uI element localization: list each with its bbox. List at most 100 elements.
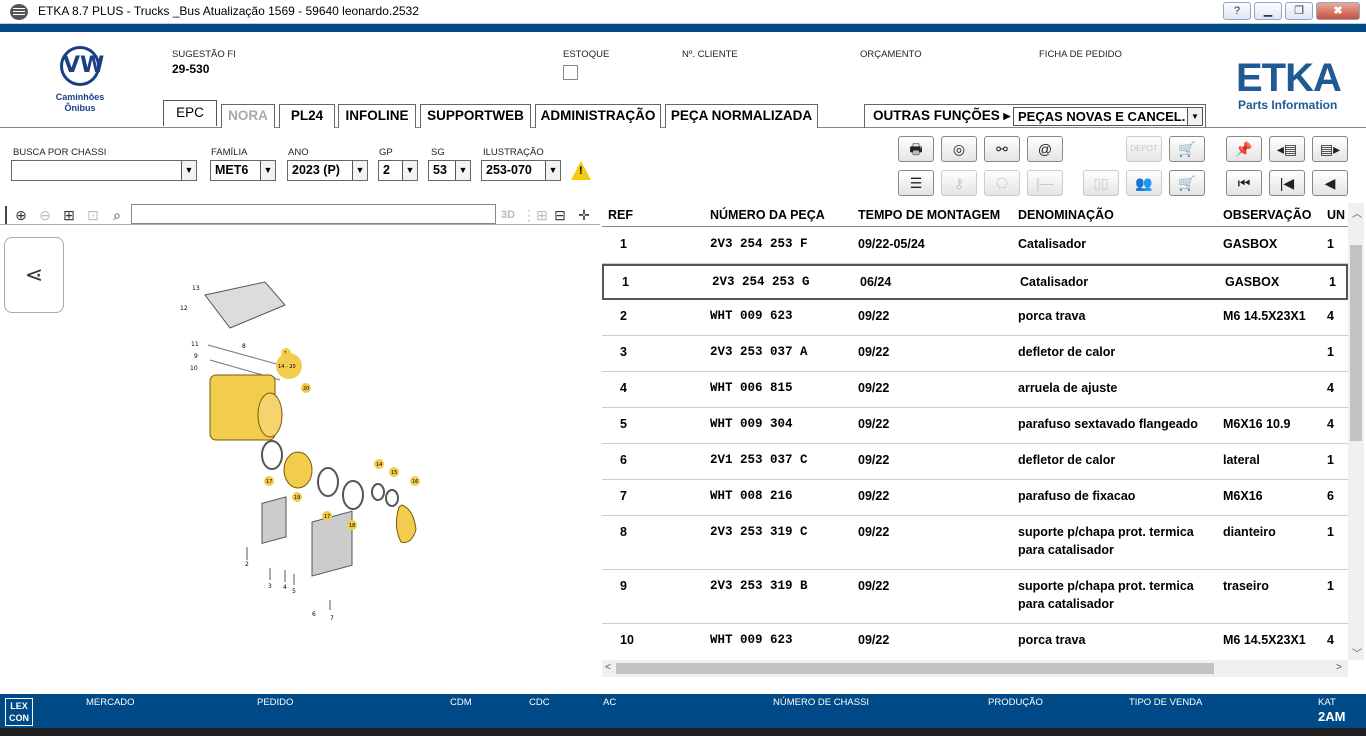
view-split-icon: ⋮⊞	[522, 207, 548, 223]
tab-infoline[interactable]: INFOLINE	[338, 104, 416, 128]
chevron-down-icon[interactable]: ▼	[1187, 108, 1202, 125]
scroll-thumb[interactable]	[1350, 245, 1362, 441]
first-icon[interactable]: ⏮	[1226, 170, 1262, 196]
col-tempo[interactable]: TEMPO DE MONTAGEM	[858, 208, 1000, 222]
estoque-checkbox[interactable]	[563, 65, 578, 80]
next-page-icon[interactable]: ▤▸	[1312, 136, 1348, 162]
horizontal-scrollbar[interactable]: < >	[602, 660, 1348, 677]
parts-table: REF NÚMERO DA PEÇA TEMPO DE MONTAGEM DEN…	[602, 203, 1348, 658]
col-observacao[interactable]: OBSERVAÇÃO	[1223, 208, 1311, 222]
status-footer: LEX CON MERCADO PEDIDO CDM CDC AC NÚMERO…	[0, 694, 1366, 728]
vertical-scrollbar[interactable]: ︿ ﹀	[1348, 203, 1364, 660]
close-button[interactable]: ✖	[1316, 2, 1360, 20]
other-functions-label[interactable]: OUTRAS FUNÇÕES ▸	[873, 108, 1010, 124]
tab-nora[interactable]: NORA	[221, 104, 275, 128]
table-row[interactable]: 8 2V3 253 319 C 09/22 suporte p/chapa prot.…	[602, 516, 1348, 570]
scroll-down-icon[interactable]: ﹀	[1352, 645, 1362, 660]
cell-un: 4	[1327, 381, 1334, 395]
tab-epc[interactable]: EPC	[163, 100, 217, 126]
etka-subtitle: Parts Information	[1238, 98, 1338, 112]
table-row[interactable]: 7 WHT 008 216 09/22 parafuso de fixacao M6X1…	[602, 480, 1348, 516]
magnifier-icon[interactable]: ⌕	[107, 206, 127, 224]
zoom-fit-icon[interactable]: ⊞	[59, 206, 79, 224]
chevron-down-icon[interactable]: ▼	[260, 161, 275, 180]
back-icon[interactable]: ◀	[1312, 170, 1348, 196]
tab-peca-normalizada[interactable]: PEÇA NORMALIZADA	[665, 104, 818, 128]
chevron-down-icon[interactable]: ▼	[545, 161, 560, 180]
scroll-thumb[interactable]	[616, 663, 1214, 674]
cell-num: WHT 009 623	[710, 633, 793, 647]
cell-ref: 1	[622, 275, 629, 289]
zoom-in-icon[interactable]: ⊕	[11, 206, 31, 224]
chevron-down-icon[interactable]: ▼	[181, 161, 196, 180]
print-icon[interactable]: 🖶	[898, 136, 934, 162]
parts-search-icon[interactable]: ◎	[941, 136, 977, 162]
panel-handle[interactable]	[1, 206, 7, 224]
email-icon[interactable]: @	[1027, 136, 1063, 162]
ilustracao-select[interactable]: 253-070 ▼	[481, 160, 561, 181]
scroll-up-icon[interactable]: ︿	[1352, 205, 1362, 220]
col-ref[interactable]: REF	[608, 208, 633, 222]
users-icon: 👥	[1126, 170, 1162, 196]
restore-button[interactable]: ❐	[1285, 2, 1313, 20]
minimize-button[interactable]: ▁	[1254, 2, 1282, 20]
expand-icon[interactable]: ✛	[574, 206, 594, 224]
cart-add-icon[interactable]: 🛒	[1169, 170, 1205, 196]
cell-un: 1	[1329, 275, 1336, 289]
cell-tempo: 09/22	[858, 525, 890, 539]
ano-select[interactable]: 2023 (P) ▼	[287, 160, 368, 181]
cart-icon[interactable]: 🛒	[1169, 136, 1205, 162]
warning-icon[interactable]: !	[571, 161, 591, 180]
outlet-elbow	[395, 504, 417, 543]
scroll-right-icon[interactable]: >	[1336, 662, 1342, 673]
prev-page-icon[interactable]: ◂▤	[1269, 136, 1305, 162]
gp-select[interactable]: 2 ▼	[378, 160, 418, 181]
share-icon[interactable]: ⋖	[4, 237, 64, 313]
table-row[interactable]: 3 2V3 253 037 A 09/22 defletor de calor 1	[602, 336, 1348, 372]
table-row[interactable]: 10 WHT 009 623 09/22 porca trava M6 14.5X23X…	[602, 624, 1348, 658]
col-un[interactable]: UN	[1327, 208, 1345, 222]
list-icon[interactable]: ☰	[898, 170, 934, 196]
chassi-label: BUSCA POR CHASSI	[13, 147, 107, 158]
table-row[interactable]: 1 2V3 254 253 G 06/24 Catalisador GASBOX 1	[602, 264, 1348, 300]
table-row[interactable]: 6 2V1 253 037 C 09/22 defletor de calor late…	[602, 444, 1348, 480]
col-numero[interactable]: NÚMERO DA PEÇA	[710, 208, 825, 222]
callout-label: 13	[192, 285, 200, 292]
clamp-ring	[342, 480, 364, 510]
cell-ref: 3	[620, 345, 627, 359]
table-row[interactable]: 2 WHT 009 623 09/22 porca trava M6 14.5X23X1…	[602, 300, 1348, 336]
col-denominacao[interactable]: DENOMINAÇÃO	[1018, 208, 1114, 222]
table-row[interactable]: 9 2V3 253 319 B 09/22 suporte p/chapa prot.…	[602, 570, 1348, 624]
cell-ref: 2	[620, 309, 627, 323]
chevron-down-icon[interactable]: ▼	[455, 161, 470, 180]
cell-tempo: 09/22	[858, 345, 890, 359]
tab-pl24[interactable]: PL24	[279, 104, 335, 128]
sg-select[interactable]: 53 ▼	[428, 160, 471, 181]
footer-tipo-venda: TIPO DE VENDA	[1129, 697, 1203, 708]
help-button[interactable]: ?	[1223, 2, 1251, 20]
handshake-icon[interactable]: ⚯	[984, 136, 1020, 162]
prev-icon[interactable]: |◀	[1269, 170, 1305, 196]
table-row[interactable]: 5 WHT 009 304 09/22 parafuso sextavado flan…	[602, 408, 1348, 444]
chevron-down-icon[interactable]: ▼	[402, 161, 417, 180]
view-layout-icon[interactable]: ⊟	[550, 206, 570, 224]
tab-supportweb[interactable]: SUPPORTWEB	[420, 104, 531, 128]
cell-num: 2V1 253 037 C	[710, 453, 808, 467]
cell-un: 1	[1327, 525, 1334, 539]
tab-administracao[interactable]: ADMINISTRAÇÃO	[535, 104, 661, 128]
footer-cdm: CDM	[450, 697, 472, 708]
table-row[interactable]: 1 2V3 254 253 F 09/22-05/24 Catalisador GASB…	[602, 228, 1348, 264]
cell-num: WHT 009 623	[710, 309, 793, 323]
viewer-search-input[interactable]	[131, 204, 496, 224]
app-menu-icon[interactable]	[10, 4, 28, 20]
parts-diagram[interactable]: 13 12 11 9 10 8 1 14 - 20 20 17 19 17 18…	[170, 270, 440, 630]
chassi-select[interactable]: ▼	[11, 160, 197, 181]
scroll-left-icon[interactable]: <	[605, 662, 611, 673]
ano-label: ANO	[288, 147, 309, 158]
chevron-down-icon[interactable]: ▼	[352, 161, 367, 180]
table-row[interactable]: 4 WHT 006 815 09/22 arruela de ajuste 4	[602, 372, 1348, 408]
pin-icon[interactable]: 📌	[1226, 136, 1262, 162]
familia-select[interactable]: MET6 ▼	[210, 160, 276, 181]
other-functions-select[interactable]: PEÇAS NOVAS E CANCEL. ▼	[1013, 107, 1203, 126]
cell-tempo: 09/22	[858, 309, 890, 323]
